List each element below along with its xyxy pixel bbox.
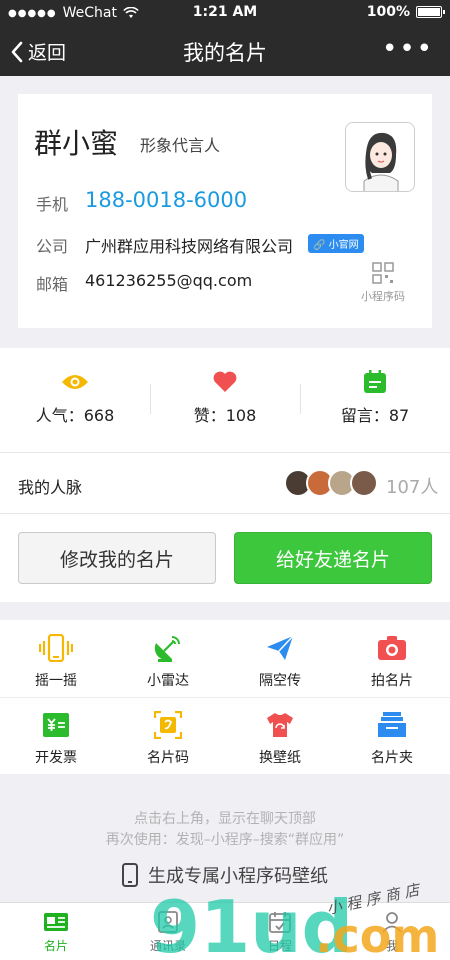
email-address[interactable]: 461236255@qq.com [85, 271, 252, 290]
card-role: 形象代言人 [140, 136, 221, 155]
stat-label: 人气：668 [35, 406, 115, 425]
badge-label: 小官网 [328, 240, 359, 251]
card-name: 群小蜜 [34, 127, 119, 160]
avatar[interactable] [345, 122, 415, 192]
company-label: 公司 [36, 237, 69, 256]
network-count: 107人 [386, 477, 439, 498]
stat-label: 留言：87 [340, 406, 410, 425]
generate-label: 生成专属小程序码壁纸 [148, 866, 328, 887]
tool-scan-card[interactable]: 拍名片 [336, 620, 448, 696]
edit-card-button[interactable]: 修改我的名片 [18, 532, 216, 584]
mini-code-label: 小程序码 [361, 290, 405, 303]
mini-program-code-button[interactable]: 小程序码 [353, 262, 413, 304]
tool-label: 开发票 [35, 750, 77, 766]
phone-icon [122, 863, 138, 887]
paper-plane-icon [267, 635, 294, 660]
tool-card-code[interactable]: 名片码 [112, 697, 224, 773]
qr-code-icon [372, 262, 394, 284]
tool-card-folder[interactable]: 名片夹 [336, 697, 448, 773]
battery-icon [416, 6, 445, 18]
tool-label: 拍名片 [371, 673, 413, 689]
link-icon: 🔗 [313, 240, 326, 251]
business-card[interactable]: 群小蜜 形象代言人 手机 188-0018-6000 公司 广州群应用科技网络有… [18, 94, 432, 328]
nav-bar: 返回 我的名片 ••• [0, 26, 450, 76]
status-right: 100% [366, 4, 445, 20]
action-buttons: 修改我的名片 给好友递名片 [0, 514, 450, 602]
status-bar: ●●●●● WeChat 1:21 AM 100% [0, 0, 450, 26]
tool-wallpaper[interactable]: 换壁纸 [224, 697, 336, 773]
tool-label: 名片夹 [371, 750, 413, 766]
tools-grid: 摇一摇 小雷达 隔空传 拍名片 开发票 名片码 换壁纸 名片夹 [0, 620, 450, 774]
shirt-icon [267, 713, 293, 737]
tool-air-send[interactable]: 隔空传 [224, 620, 336, 696]
send-card-button[interactable]: 给好友递名片 [234, 532, 432, 584]
tab-schedule[interactable]: 日程 [224, 909, 336, 954]
calendar-icon [364, 370, 386, 393]
tool-label: 摇一摇 [35, 673, 77, 689]
radar-icon [154, 636, 180, 662]
network-avatars [284, 469, 378, 497]
tool-invoice[interactable]: 开发票 [0, 697, 112, 773]
tool-label: 名片码 [147, 750, 189, 766]
tool-label: 换壁纸 [259, 750, 301, 766]
tool-radar[interactable]: 小雷达 [112, 620, 224, 696]
battery-percent: 100% [366, 4, 410, 20]
stat-popularity[interactable]: 人气：668 [0, 370, 150, 426]
tip-line-1: 点击右上角，显示在聊天顶部 [134, 811, 316, 827]
contacts-tab-icon [158, 911, 178, 933]
tips-section: 点击右上角，显示在聊天顶部 再次使用：发现–小程序–搜索“群应用” 生成专属小程… [0, 774, 450, 902]
tab-label: 我 [385, 939, 398, 953]
eye-icon [62, 375, 88, 389]
stat-messages[interactable]: 留言：87 [300, 370, 450, 426]
schedule-tab-icon [269, 912, 291, 933]
tab-label: 名片 [43, 939, 68, 953]
official-site-badge[interactable]: 🔗 小官网 [308, 234, 364, 253]
heart-icon [213, 371, 237, 392]
generate-wallpaper-button[interactable]: 生成专属小程序码壁纸 [0, 862, 450, 888]
tab-label: 日程 [267, 939, 292, 953]
stat-label: 赞：108 [193, 406, 257, 425]
tip-line-2: 再次使用：发现–小程序–搜索“群应用” [105, 832, 345, 848]
tab-card[interactable]: 名片 [0, 909, 112, 954]
stats-row: 人气：668 赞：108 留言：87 [0, 348, 450, 452]
card-code-icon [154, 711, 182, 739]
avatar-illustration-icon [346, 123, 414, 191]
invoice-icon [43, 713, 69, 737]
email-label: 邮箱 [36, 275, 69, 294]
tab-contacts[interactable]: 通讯录 [112, 909, 224, 954]
tab-label: 通讯录 [149, 939, 186, 953]
tool-shake[interactable]: 摇一摇 [0, 620, 112, 696]
company-name: 广州群应用科技网络有限公司 [85, 237, 294, 256]
shake-phone-icon [39, 634, 73, 662]
tool-label: 隔空传 [259, 673, 301, 689]
stat-likes[interactable]: 赞：108 [150, 370, 300, 426]
tab-me[interactable]: 我 [336, 909, 448, 954]
camera-icon [378, 636, 406, 660]
my-network-row[interactable]: 我的人脉 107人 [0, 452, 450, 514]
tab-bar: 名片 通讯录 日程 我 [0, 902, 450, 960]
more-icon[interactable]: ••• [382, 34, 434, 64]
phone-label: 手机 [36, 195, 69, 214]
network-label: 我的人脉 [18, 478, 83, 497]
card-section: 群小蜜 形象代言人 手机 188-0018-6000 公司 广州群应用科技网络有… [0, 76, 450, 346]
phone-number[interactable]: 188-0018-6000 [85, 188, 247, 212]
card-tab-icon [44, 913, 68, 931]
me-tab-icon [382, 912, 402, 933]
tool-label: 小雷达 [147, 673, 189, 689]
avatar [350, 469, 378, 497]
card-box-icon [378, 712, 406, 737]
